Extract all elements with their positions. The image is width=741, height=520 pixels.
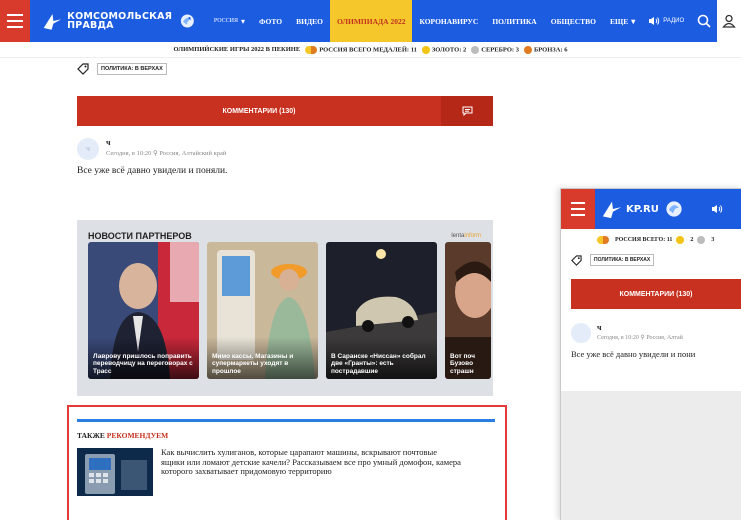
speaker-icon[interactable] — [711, 204, 723, 214]
main-nav: РОССИЯ ▾ ФОТО ВИДЕО ОЛИМПИАДА 2022 КОРОНА… — [207, 0, 642, 42]
comment-text: Все уже всё давно увидели и поняли. — [77, 166, 228, 176]
partner-news-title: НОВОСТИ ПАРТНЕРОВ — [88, 231, 192, 241]
bronze-medal-icon — [523, 45, 532, 54]
nav-region[interactable]: РОССИЯ ▾ — [207, 0, 252, 42]
comments-label: КОММЕНТАРИИ (130) — [222, 107, 296, 115]
mobile-olympics-strip[interactable]: РОССИЯ ВСЕГО: 11 2 3 — [561, 229, 741, 251]
russia-flag-icon — [597, 236, 609, 244]
article-tag[interactable]: ПОЛИТИКА: В ВЕРХАХ — [97, 63, 167, 75]
mobile-comment-when: Сегодня, в 10:20 ⚲ Россия, Алтай — [597, 335, 683, 341]
olympics-title: ОЛИМПИЙСКИЕ ИГРЫ 2022 В ПЕКИНЕ — [173, 46, 301, 53]
olympics-total: РОССИЯ ВСЕГО МЕДАЛЕЙ: 11 — [305, 45, 417, 54]
mobile-article-tag[interactable]: ПОЛИТИКА: В ВЕРХАХ — [590, 254, 655, 266]
search-button[interactable] — [692, 0, 716, 42]
nav-item-society[interactable]: ОБЩЕСТВО — [544, 0, 603, 42]
logo-wordmark: Комсомольская правда — [67, 11, 173, 31]
comment-meta: ч Сегодня, в 10:20 ⚲ Россия, Алтайский к… — [106, 138, 226, 160]
nav-item-photo[interactable]: ФОТО — [252, 0, 289, 42]
recommended-block-highlight: ТАКЖЕ РЕКОМЕНДУЕМ Как вычислить хулигано… — [67, 405, 507, 520]
partner-card[interactable]: Вот поч Бузово страшн — [445, 242, 491, 379]
mobile-hamburger-button[interactable] — [561, 189, 595, 229]
gold-medal-icon — [421, 45, 430, 54]
olympics-medal-strip[interactable]: ОЛИМПИЙСКИЕ ИГРЫ 2022 В ПЕКИНЕ РОССИЯ ВС… — [0, 42, 741, 58]
comment-item: ч ч Сегодня, в 10:20 ⚲ Россия, Алтайский… — [77, 138, 493, 160]
card-caption: Вот поч Бузово страшн — [450, 352, 476, 375]
mobile-olymp-total: РОССИЯ ВСЕГО: 11 — [615, 237, 673, 243]
mobile-comment-meta: ч Сегодня, в 10:20 ⚲ Россия, Алтай — [597, 323, 683, 343]
lentainform-logo[interactable]: lentainform — [451, 233, 481, 239]
comment-author[interactable]: ч — [106, 138, 226, 147]
radio-label: РАДИО — [663, 18, 685, 24]
silver-medal-icon — [697, 236, 706, 244]
mobile-comment-item: ч Сегодня, в 10:20 ⚲ Россия, Алтай — [571, 323, 741, 343]
site-logo[interactable]: Комсомольская правда — [42, 5, 172, 37]
speaker-icon — [649, 17, 660, 25]
partner-card[interactable]: Мимо кассы. Магазины и супермаркеты уход… — [207, 242, 318, 379]
recommended-title: ТАКЖЕ РЕКОМЕНДУЕМ — [77, 431, 169, 440]
chevron-down-icon: ▾ — [631, 16, 636, 26]
comment-when: Сегодня, в 10:20 ⚲ Россия, Алтайский кра… — [106, 150, 227, 157]
olympics-gold: ЗОЛОТО: 2 — [421, 45, 466, 54]
mobile-olymp-silver: 3 — [711, 237, 715, 243]
divider — [77, 419, 495, 422]
mobile-olymp-gold: 2 — [690, 237, 694, 243]
logo-plane-icon — [43, 14, 62, 30]
nav-item-coronavirus[interactable]: КОРОНАВИРУС — [412, 0, 485, 42]
mobile-tag-row: ПОЛИТИКА: В ВЕРХАХ — [561, 251, 741, 269]
mobile-top-bar: KP.RU — [561, 189, 741, 229]
tag-icon — [77, 63, 89, 75]
comments-button[interactable]: КОММЕНТАРИИ (130) — [77, 96, 493, 126]
search-icon — [698, 14, 711, 28]
scroll-up-arrow-icon[interactable]: ▲ — [731, 2, 739, 10]
tag-row: ПОЛИТИКА: В ВЕРХАХ — [77, 58, 493, 80]
mobile-comment-author[interactable]: ч — [597, 323, 683, 332]
partner-card[interactable]: Лаврову пришлось поправить переводчицу н… — [88, 242, 199, 379]
comment-bubble-icon — [441, 96, 493, 126]
recommended-text: Как вычислить хулиганов, которые царапаю… — [161, 447, 461, 476]
mobile-comment-text: Все уже всё давно увидели и пони — [571, 349, 696, 359]
mascot-icon — [666, 201, 682, 217]
nav-item-video[interactable]: ВИДЕО — [289, 0, 330, 42]
card-caption: В Саранске «Ниссан» собрал две «Гранты»:… — [331, 352, 426, 375]
partner-news-block: НОВОСТИ ПАРТНЕРОВ lentainform Лаврову пр… — [77, 220, 493, 396]
article-main: ПОЛИТИКА: В ВЕРХАХ КОММЕНТАРИИ (130) ч ч… — [77, 58, 493, 176]
nav-more[interactable]: ЕЩЕ ▾ — [603, 0, 642, 42]
radio-button[interactable]: РАДИО — [648, 16, 684, 26]
olympics-bronze: БРОНЗА: 6 — [523, 45, 567, 54]
silver-medal-icon — [471, 45, 480, 54]
partner-card[interactable]: В Саранске «Ниссан» собрал две «Гранты»:… — [326, 242, 437, 379]
mobile-logo[interactable]: KP.RU — [601, 198, 685, 220]
chevron-down-icon: ▾ — [240, 16, 245, 26]
avatar — [571, 323, 591, 343]
avatar: ч — [77, 138, 99, 160]
recommended-thumbnail — [77, 448, 153, 496]
nav-item-olympics[interactable]: ОЛИМПИАДА 2022 — [329, 0, 413, 42]
tag-icon — [571, 254, 582, 266]
mobile-preview-window: KP.RU РОССИЯ ВСЕГО: 11 2 3 ПОЛИТИКА: В В… — [560, 188, 741, 520]
partner-cards: Лаврову пришлось поправить переводчицу н… — [88, 242, 491, 379]
logo-plane-icon — [602, 201, 622, 219]
mobile-article-body: ПОЛИТИКА: В ВЕРХАХ КОММЕНТАРИИ (130) ч С… — [561, 251, 741, 391]
hamburger-menu-button[interactable] — [0, 0, 31, 42]
recommended-item[interactable]: Как вычислить хулиганов, которые царапаю… — [77, 447, 495, 496]
olympics-silver: СЕРЕБРО: 3 — [471, 45, 519, 54]
nav-item-politics[interactable]: ПОЛИТИКА — [485, 0, 543, 42]
russia-flag-icon — [305, 45, 318, 54]
card-caption: Мимо кассы. Магазины и супермаркеты уход… — [212, 352, 294, 375]
gold-medal-icon — [676, 236, 685, 244]
mobile-comments-button[interactable]: КОММЕНТАРИИ (130) — [571, 279, 741, 309]
top-navigation-bar: Комсомольская правда РОССИЯ ▾ ФОТО ВИДЕО … — [0, 0, 741, 42]
recommended-block: ТАКЖЕ РЕКОМЕНДУЕМ Как вычислить хулигано… — [77, 419, 495, 496]
mascot-icon — [181, 14, 194, 28]
user-icon — [721, 14, 736, 28]
card-caption: Лаврову пришлось поправить переводчицу н… — [93, 352, 193, 375]
